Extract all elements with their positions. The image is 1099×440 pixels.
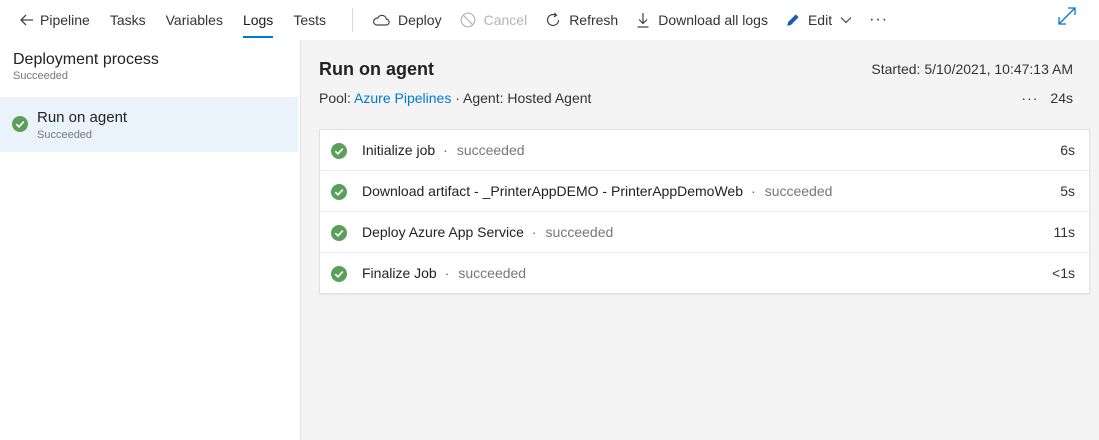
step-duration: 11s bbox=[1053, 224, 1075, 240]
chevron-down-icon bbox=[840, 17, 852, 24]
deploy-label: Deploy bbox=[398, 12, 442, 28]
job-more-button[interactable]: ··· bbox=[1021, 90, 1038, 106]
tab-variables[interactable]: Variables bbox=[156, 0, 233, 40]
step-name: Initialize job bbox=[362, 142, 436, 158]
job-title: Run on agent bbox=[319, 59, 434, 79]
download-label: Download all logs bbox=[658, 12, 768, 28]
success-check-icon bbox=[331, 266, 347, 282]
deployment-process-panel: Deployment process Succeeded Run on agen… bbox=[0, 40, 301, 440]
tab-tests[interactable]: Tests bbox=[283, 0, 336, 40]
step-row[interactable]: Deploy Azure App Service · succeeded 11s bbox=[320, 212, 1089, 253]
success-check-icon bbox=[331, 225, 347, 241]
pool-label: Pool: bbox=[319, 90, 351, 106]
step-status: succeeded bbox=[545, 224, 614, 240]
cloud-icon bbox=[373, 14, 390, 26]
refresh-icon bbox=[547, 12, 560, 27]
agent-text: · Agent: Hosted Agent bbox=[455, 90, 592, 106]
back-to-pipeline-button[interactable]: Pipeline bbox=[0, 0, 100, 40]
job-started-time: Started: 5/10/2021, 10:47:13 AM bbox=[871, 61, 1073, 77]
tab-logs[interactable]: Logs bbox=[233, 0, 283, 40]
toolbar: Pipeline Tasks Variables Logs Tests Depl… bbox=[0, 0, 1099, 40]
step-duration: 5s bbox=[1060, 183, 1075, 199]
tab-tasks[interactable]: Tasks bbox=[100, 0, 156, 40]
job-item-run-on-agent[interactable]: Run on agent Succeeded bbox=[0, 97, 298, 152]
step-separator: · bbox=[444, 265, 450, 281]
job-total-duration: 24s bbox=[1050, 90, 1073, 106]
step-status: succeeded bbox=[456, 142, 525, 158]
refresh-label: Refresh bbox=[569, 12, 619, 28]
step-name: Deploy Azure App Service bbox=[362, 224, 524, 240]
step-row[interactable]: Finalize Job · succeeded <1s bbox=[320, 253, 1089, 293]
step-duration: 6s bbox=[1060, 142, 1075, 158]
download-icon bbox=[637, 13, 649, 28]
success-check-icon bbox=[12, 116, 28, 132]
toolbar-divider bbox=[352, 8, 353, 32]
download-all-logs-button[interactable]: Download all logs bbox=[627, 0, 777, 40]
step-separator: · bbox=[531, 224, 537, 240]
pencil-icon bbox=[787, 14, 799, 26]
step-row[interactable]: Initialize job · succeeded 6s bbox=[320, 130, 1089, 171]
step-separator: · bbox=[751, 183, 756, 199]
step-label: Download artifact - _PrinterAppDEMO - Pr… bbox=[362, 183, 832, 199]
arrow-left-icon bbox=[20, 14, 33, 26]
deployment-process-status: Succeeded bbox=[13, 70, 69, 82]
step-status: succeeded bbox=[458, 265, 527, 281]
cancel-label: Cancel bbox=[483, 12, 528, 28]
job-duration-area: ··· 24s bbox=[1021, 90, 1073, 106]
edit-button[interactable]: Edit bbox=[777, 0, 861, 40]
step-status: succeeded bbox=[764, 183, 833, 199]
job-name: Run on agent bbox=[37, 109, 128, 126]
back-label: Pipeline bbox=[40, 12, 90, 28]
pool-agent-info: Pool: Azure Pipelines · Agent: Hosted Ag… bbox=[319, 90, 591, 106]
step-duration: <1s bbox=[1052, 265, 1075, 281]
edit-label: Edit bbox=[807, 12, 833, 28]
step-label: Deploy Azure App Service · succeeded bbox=[362, 224, 613, 240]
deploy-button[interactable]: Deploy bbox=[363, 0, 451, 40]
success-check-icon bbox=[331, 143, 347, 159]
step-name: Download artifact - _PrinterAppDEMO - Pr… bbox=[362, 183, 744, 199]
expand-icon[interactable] bbox=[1057, 6, 1077, 26]
job-status: Succeeded bbox=[37, 129, 93, 141]
deployment-process-title: Deployment process bbox=[13, 51, 159, 68]
steps-list: Initialize job · succeeded 6s Download art… bbox=[319, 129, 1090, 294]
success-check-icon bbox=[331, 184, 347, 200]
cancel-button[interactable]: Cancel bbox=[451, 0, 537, 40]
step-separator: · bbox=[443, 142, 448, 158]
step-label: Finalize Job · succeeded bbox=[362, 265, 526, 281]
cancel-icon bbox=[460, 12, 475, 28]
job-details-panel: Run on agent Started: 5/10/2021, 10:47:1… bbox=[301, 40, 1099, 440]
deployment-process-header: Deployment process Succeeded bbox=[13, 51, 159, 82]
step-label: Initialize job · succeeded bbox=[362, 142, 525, 158]
more-actions-button[interactable]: ··· bbox=[861, 0, 896, 40]
refresh-button[interactable]: Refresh bbox=[536, 0, 627, 40]
pool-link[interactable]: Azure Pipelines bbox=[354, 90, 451, 106]
step-row[interactable]: Download artifact - _PrinterAppDEMO - Pr… bbox=[320, 171, 1089, 212]
step-name: Finalize Job bbox=[362, 265, 437, 281]
